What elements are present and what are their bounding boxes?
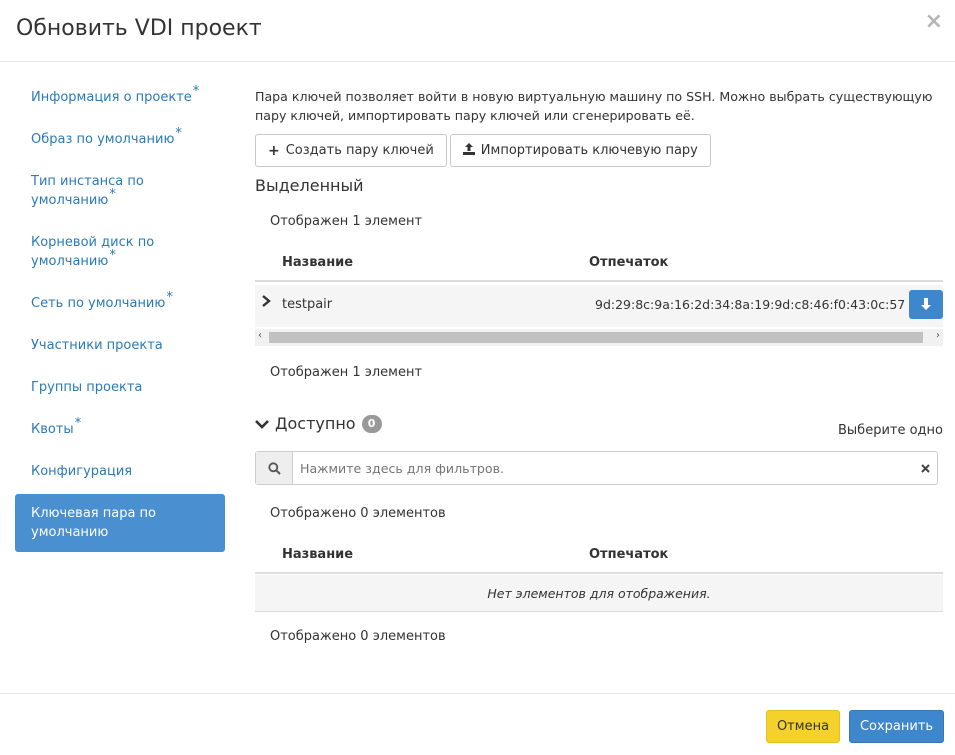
sidebar-item-label: Информация о проекте [31, 90, 192, 105]
available-count-top: Отображено 0 элементов [270, 506, 446, 521]
save-button[interactable]: Сохранить [849, 710, 944, 743]
modal-footer: Отмена Сохранить [0, 693, 955, 755]
sidebar-item-label: Тип инстанса по умолчанию [31, 174, 144, 208]
modal-header: Обновить VDI проект × [0, 0, 955, 62]
keypair-fingerprint: 9d:29:8c:9a:16:2d:34:8a:19:9d:c8:46:f0:4… [595, 297, 906, 312]
required-marker: * [175, 126, 182, 141]
modal-title: Обновить VDI проект [16, 16, 262, 41]
plus-icon: + [268, 142, 280, 159]
sidebar-item-default-network[interactable]: Сеть по умолчанию* [15, 284, 225, 323]
selected-count-top: Отображен 1 элемент [270, 214, 423, 229]
available-count-bottom: Отображено 0 элементов [270, 629, 446, 644]
keypair-name: testpair [282, 297, 333, 312]
keypair-panel: Пара ключей позволяет войти в новую вирт… [255, 87, 945, 644]
choose-one-label: Выберите одно [838, 423, 943, 438]
create-keypair-label: Создать пару ключей [285, 143, 434, 158]
close-icon[interactable]: × [925, 9, 943, 34]
arrow-down-icon [921, 298, 931, 310]
column-fingerprint-header: Отпечаток [589, 255, 669, 270]
keypair-actions: + Создать пару ключей Импортировать ключ… [255, 134, 711, 167]
available-table-header: Название Отпечаток [255, 537, 943, 574]
sidebar-item-label: Группы проекта [31, 380, 143, 395]
sidebar-item-label: Образ по умолчанию [31, 132, 175, 147]
sidebar-item-label: Корневой диск по умолчанию [31, 235, 155, 269]
sidebar-item-root-disk[interactable]: Корневой диск по умолчанию* [15, 223, 225, 281]
required-marker: * [109, 187, 116, 202]
sidebar-item-project-groups[interactable]: Группы проекта [15, 368, 225, 407]
search-icon [256, 452, 293, 484]
sidebar-item-label: Участники проекта [31, 338, 163, 353]
import-keypair-label: Импортировать ключевую пару [480, 143, 698, 158]
scrollbar-thumb[interactable] [269, 332, 923, 343]
filter-bar [255, 451, 938, 485]
required-marker: * [109, 248, 116, 263]
available-section-title: Доступно [275, 414, 356, 433]
filter-input[interactable] [293, 452, 913, 484]
scroll-left-icon[interactable]: ‹ [258, 330, 262, 341]
upload-icon [462, 142, 475, 159]
column-name-header: Название [282, 547, 354, 562]
import-keypair-button[interactable]: Импортировать ключевую пару [449, 134, 711, 167]
required-marker: * [192, 84, 200, 99]
deallocate-button[interactable] [909, 290, 943, 319]
sidebar-item-configuration[interactable]: Конфигурация [15, 452, 225, 491]
table-row: testpair 9d:29:8c:9a:16:2d:34:8a:19:9d:c… [255, 285, 943, 327]
sidebar-item-label: Конфигурация [31, 464, 133, 479]
clear-filter-icon[interactable] [913, 452, 937, 484]
sidebar-item-label: Квоты [31, 422, 74, 437]
chevron-down-icon [255, 419, 269, 429]
column-fingerprint-header: Отпечаток [589, 547, 669, 562]
sidebar-item-quotas[interactable]: Квоты* [15, 410, 225, 449]
sidebar-item-default-image[interactable]: Образ по умолчанию* [15, 120, 225, 159]
sidebar-item-project-info[interactable]: Информация о проекте* [15, 78, 225, 117]
sidebar-item-label: Ключевая пара по умолчанию [31, 506, 157, 540]
create-keypair-button[interactable]: + Создать пару ключей [255, 134, 447, 167]
required-marker: * [74, 416, 82, 431]
selected-count-bottom: Отображен 1 элемент [270, 365, 423, 380]
empty-table-message: Нет элементов для отображения. [255, 575, 943, 612]
required-marker: * [166, 290, 173, 305]
selected-section-title: Выделенный [255, 176, 364, 195]
available-count-badge: 0 [361, 414, 382, 433]
sidebar-item-project-members[interactable]: Участники проекта [15, 326, 225, 365]
help-text: Пара ключей позволяет войти в новую вирт… [255, 89, 933, 123]
selected-table-header: Название Отпечаток [255, 245, 943, 282]
sidebar-item-default-keypair[interactable]: Ключевая пара по умолчанию [15, 494, 225, 552]
column-name-header: Название [282, 255, 354, 270]
workflow-sidebar: Информация о проекте* Образ по умолчанию… [15, 78, 225, 555]
cancel-button[interactable]: Отмена [766, 710, 840, 743]
horizontal-scrollbar[interactable]: ‹ › [255, 329, 943, 346]
scroll-right-icon[interactable]: › [936, 330, 940, 341]
expand-row-icon[interactable] [261, 295, 271, 311]
available-section-toggle[interactable]: Доступно 0 [255, 414, 382, 433]
sidebar-item-default-flavor[interactable]: Тип инстанса по умолчанию* [15, 162, 225, 220]
sidebar-item-label: Сеть по умолчанию [31, 296, 166, 311]
